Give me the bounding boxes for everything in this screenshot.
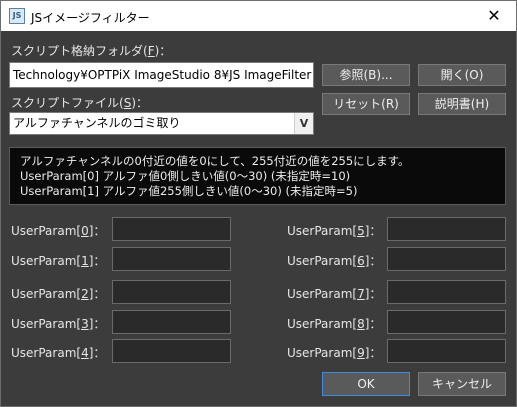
app-icon: JS [9, 8, 25, 24]
userparam-8-label: UserParam[8]： [287, 317, 382, 331]
userparam-2-input[interactable] [112, 280, 231, 304]
userparam-7-input[interactable] [387, 280, 506, 304]
userparam-0-input[interactable] [112, 217, 231, 241]
userparam-8-input[interactable] [387, 310, 506, 334]
ok-button[interactable]: OK [322, 372, 410, 396]
close-icon[interactable]: ✕ [472, 1, 516, 31]
cancel-button[interactable]: キャンセル [418, 372, 506, 396]
userparam-6-label: UserParam[6]： [287, 254, 382, 268]
userparam-5-input[interactable] [387, 217, 506, 241]
userparam-9-input[interactable] [387, 339, 506, 363]
script-file-selected: アルファチャンネルのゴミ取り [13, 116, 181, 130]
userparam-3-input[interactable] [112, 310, 231, 334]
reset-button[interactable]: リセット(R) [322, 93, 410, 115]
title-bar: JS JSイメージフィルター ✕ [1, 1, 516, 31]
folder-label: スクリプト格納フォルダ(F)： [11, 44, 172, 58]
folder-path-input[interactable]: Technology¥OPTPiX ImageStudio 8¥JS Image… [9, 62, 314, 88]
userparam-7-label: UserParam[7]： [287, 287, 382, 301]
script-description: アルファチャンネルの0付近の値を0にして、255付近の値を255にします。 Us… [9, 147, 506, 205]
window-title: JSイメージフィルター [31, 11, 150, 25]
userparam-2-label: UserParam[2]： [11, 287, 106, 301]
script-file-label: スクリプトファイル(S)： [11, 96, 148, 110]
script-file-select[interactable]: アルファチャンネルのゴミ取り V [9, 112, 314, 135]
chevron-down-icon[interactable]: V [294, 113, 313, 134]
userparam-6-input[interactable] [387, 247, 506, 271]
description-line: UserParam[1] アルファ値255側しきい値(0〜30) (未指定時=5… [20, 184, 358, 198]
description-line: アルファチャンネルの0付近の値を0にして、255付近の値を255にします。 [20, 154, 410, 168]
manual-button[interactable]: 説明書(H) [418, 93, 506, 115]
description-line: UserParam[0] アルファ値0側しきい値(0〜30) (未指定時=10) [20, 169, 351, 183]
userparam-5-label: UserParam[5]： [287, 224, 382, 238]
userparam-1-label: UserParam[1]： [11, 254, 106, 268]
browse-button[interactable]: 参照(B)... [322, 64, 410, 86]
userparam-9-label: UserParam[9]： [287, 346, 382, 360]
userparam-4-label: UserParam[4]： [11, 346, 106, 360]
userparam-4-input[interactable] [112, 339, 231, 363]
userparam-0-label: UserParam[0]： [11, 224, 106, 238]
open-button[interactable]: 開く(O) [418, 64, 506, 86]
userparam-1-input[interactable] [112, 247, 231, 271]
js-image-filter-dialog: JS JSイメージフィルター ✕ スクリプト格納フォルダ(F)： Technol… [0, 0, 517, 407]
userparam-3-label: UserParam[3]： [11, 317, 106, 331]
